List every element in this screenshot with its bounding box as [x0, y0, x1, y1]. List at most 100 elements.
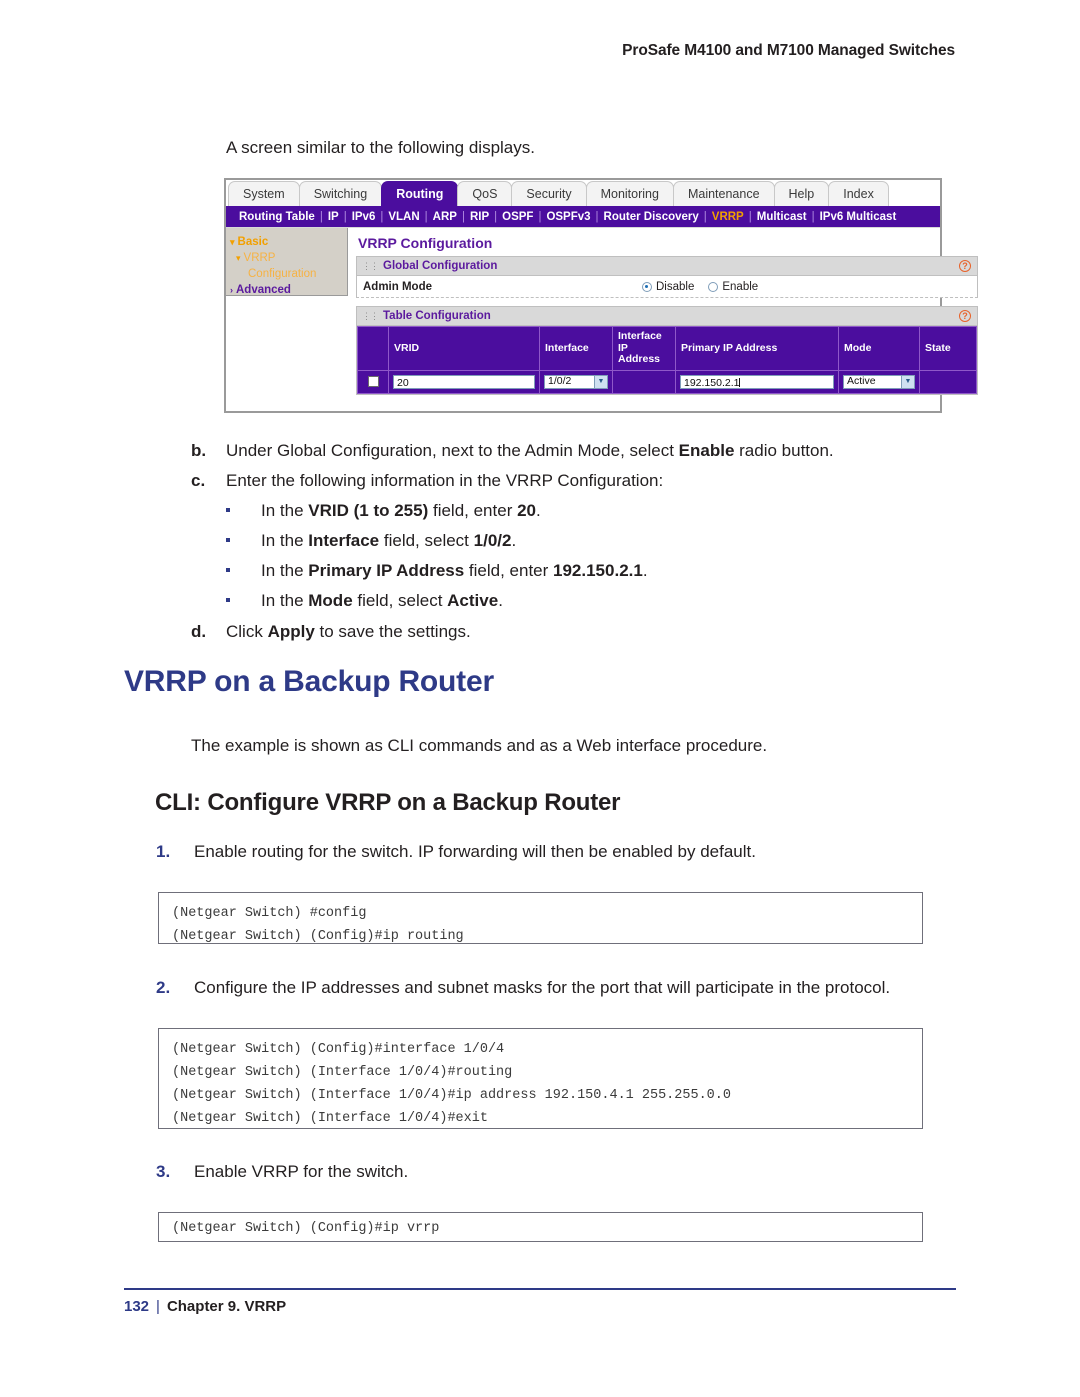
bullet-primary-ip-bold1: Primary IP Address — [308, 561, 465, 580]
cli-step-2-text: Configure the IP addresses and subnet ma… — [194, 978, 891, 997]
cell-interface[interactable]: 1/0/2 ▼ — [539, 369, 613, 394]
tab-routing[interactable]: Routing — [381, 181, 459, 206]
bullet-vrid-post: . — [536, 501, 541, 520]
code-block-1: (Netgear Switch) #config (Netgear Switch… — [158, 892, 923, 944]
submenu-item-vrrp[interactable]: VRRP — [707, 211, 749, 223]
step-b: b. Under Global Configuration, next to t… — [191, 440, 1016, 461]
tab-help[interactable]: Help — [773, 181, 830, 206]
cell-state — [919, 369, 977, 394]
step-b-pre: Under Global Configuration, next to the … — [226, 441, 679, 460]
admin-mode-radio-group: Disable Enable — [642, 281, 772, 293]
grip-icon: ⋮⋮ — [362, 310, 379, 321]
step-d-bold: Apply — [267, 622, 315, 641]
chevron-down-icon[interactable]: ▼ — [594, 375, 607, 388]
th-interface: Interface — [539, 326, 613, 371]
submenu-item-arp[interactable]: ARP — [428, 211, 462, 223]
bullet-mode: In the Mode field, select Active. — [226, 591, 503, 611]
screenshot-body: ▾ Basic ▾ VRRP Configuration › Advanced VRR… — [226, 227, 978, 411]
primary-ip-input[interactable]: 192.150.2.1 — [680, 374, 834, 389]
footer-rule — [124, 1288, 956, 1290]
cell-primary-ip[interactable]: 192.150.2.1 — [675, 369, 839, 394]
tab-system[interactable]: System — [228, 181, 300, 206]
bullet-primary-ip-pre: In the — [261, 561, 309, 580]
bullet-primary-ip: In the Primary IP Address field, enter 1… — [226, 561, 648, 581]
table-configuration-title: Table Configuration — [383, 310, 491, 322]
submenu-item-vlan[interactable]: VLAN — [383, 211, 424, 223]
submenu-item-rip[interactable]: RIP — [465, 211, 494, 223]
table-row: 20 1/0/2 ▼ 192.150.2.1 Active ▼ — [357, 369, 977, 394]
th-interface-ip: Interface IP Address — [612, 326, 676, 371]
radio-disable[interactable] — [642, 281, 652, 292]
table-configuration-header: ⋮⋮ Table Configuration ? — [357, 307, 977, 326]
code-line: (Netgear Switch) (Config)#ip routing — [172, 929, 464, 944]
th-state: State — [919, 326, 977, 371]
sidebar-item-vrrp[interactable]: ▾ VRRP — [226, 250, 347, 266]
help-icon[interactable]: ? — [959, 260, 971, 272]
bullet-vrid-mid: field, enter — [428, 501, 518, 520]
screenshot-submenu: Routing Table | IP | IPv6 | VLAN | ARP |… — [226, 206, 940, 227]
submenu-item-ipv6[interactable]: IPv6 — [347, 211, 381, 223]
bullet-dot — [226, 598, 230, 602]
bullet-interface-mid: field, select — [379, 531, 474, 550]
row-checkbox[interactable] — [367, 376, 379, 387]
tab-switching[interactable]: Switching — [298, 181, 383, 206]
tab-index[interactable]: Index — [828, 181, 889, 206]
submenu-item-ip[interactable]: IP — [323, 211, 344, 223]
vrid-input[interactable]: 20 — [393, 374, 535, 389]
sidebar-item-basic[interactable]: ▾ Basic — [226, 234, 347, 250]
bullet-primary-ip-mid: field, enter — [464, 561, 554, 580]
screenshot-main: VRRP Configuration ⋮⋮ Global Configurati… — [348, 228, 986, 411]
help-icon[interactable]: ? — [959, 310, 971, 322]
code-block-2: (Netgear Switch) (Config)#interface 1/0/… — [158, 1028, 923, 1129]
submenu-item-router-discovery[interactable]: Router Discovery — [599, 211, 704, 223]
tab-maintenance[interactable]: Maintenance — [672, 181, 775, 206]
panel-title: VRRP Configuration — [358, 235, 493, 251]
sidebar-item-advanced[interactable]: › Advanced — [226, 282, 347, 298]
tab-qos[interactable]: QoS — [457, 181, 513, 206]
sidebar-item-label: VRRP — [243, 252, 276, 264]
code-line: (Netgear Switch) (Interface 1/0/4)#ip ad… — [172, 1088, 731, 1103]
step-b-text: Under Global Configuration, next to the … — [226, 440, 1016, 461]
sidebar-item-configuration[interactable]: Configuration — [226, 266, 347, 282]
mode-select[interactable]: Active ▼ — [843, 374, 915, 389]
bullet-mode-bold1: Mode — [308, 591, 353, 610]
bullet-primary-ip-bold2: 192.150.2.1 — [553, 561, 643, 580]
bullet-primary-ip-text: In the Primary IP Address field, enter 1… — [261, 561, 648, 580]
admin-mode-row: Admin Mode Disable Enable — [357, 276, 977, 297]
embedded-screenshot: System Switching Routing QoS Security Mo… — [224, 178, 978, 413]
submenu-item-multicast[interactable]: Multicast — [752, 211, 812, 223]
vrrp-config-table: VRID Interface Interface IP Address Prim… — [357, 326, 977, 394]
code-line: (Netgear Switch) (Config)#interface 1/0/… — [172, 1042, 505, 1057]
bullet-mode-pre: In the — [261, 591, 309, 610]
step-c: c. Enter the following information in th… — [191, 470, 1016, 491]
cli-step-2-marker: 2. — [156, 978, 171, 997]
cli-step-3-text: Enable VRRP for the switch. — [194, 1162, 409, 1181]
chevron-down-icon: ▾ — [236, 253, 241, 263]
submenu-item-routing-table[interactable]: Routing Table — [234, 211, 320, 223]
submenu-item-ospfv3[interactable]: OSPFv3 — [541, 211, 595, 223]
screenshot-sidebar: ▾ Basic ▾ VRRP Configuration › Advanced — [226, 228, 348, 296]
th-vrid: VRID — [388, 326, 540, 371]
radio-enable-label: Enable — [722, 280, 759, 293]
sidebar-item-label: Basic — [237, 236, 269, 248]
tab-monitoring[interactable]: Monitoring — [585, 181, 674, 206]
tab-security[interactable]: Security — [511, 181, 587, 206]
chevron-down-icon[interactable]: ▼ — [901, 375, 914, 388]
bullet-vrid-bold2: 20 — [517, 501, 536, 520]
code-line: (Netgear Switch) #config — [172, 906, 367, 921]
bullet-vrid-text: In the VRID (1 to 255) field, enter 20. — [261, 501, 541, 520]
th-select — [357, 326, 389, 371]
bullet-vrid-pre: In the — [261, 501, 309, 520]
submenu-item-ipv6-multicast[interactable]: IPv6 Multicast — [815, 211, 902, 223]
submenu-item-ospf[interactable]: OSPF — [497, 211, 538, 223]
cell-mode[interactable]: Active ▼ — [838, 369, 920, 394]
cell-vrid[interactable]: 20 — [388, 369, 540, 394]
cli-step-1-text: Enable routing for the switch. IP forwar… — [194, 842, 756, 861]
th-mode: Mode — [838, 326, 920, 371]
bullet-interface-text: In the Interface field, select 1/0/2. — [261, 531, 516, 550]
interface-select[interactable]: 1/0/2 ▼ — [544, 374, 608, 389]
radio-enable[interactable] — [708, 281, 719, 292]
cli-step-3-marker: 3. — [156, 1162, 171, 1181]
cell-select[interactable] — [357, 369, 389, 394]
step-d-post: to save the settings. — [314, 622, 471, 641]
